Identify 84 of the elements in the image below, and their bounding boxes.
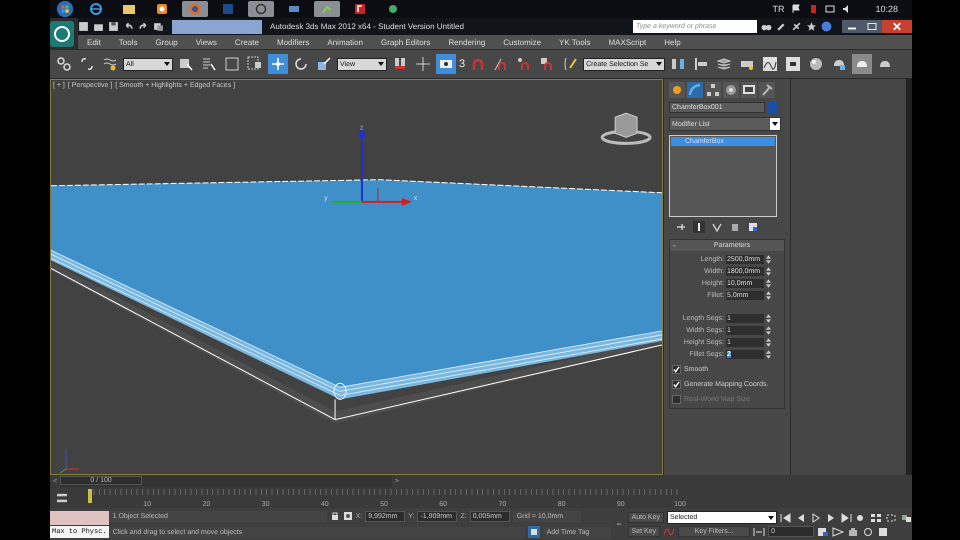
lock-icon[interactable] <box>330 511 340 521</box>
window-title: Autodesk 3ds Max 2012 x64 - Student Version Untitled <box>270 22 464 31</box>
viewcube-icon[interactable] <box>600 112 652 145</box>
pin-icon[interactable] <box>675 221 687 233</box>
time-tag-icon[interactable] <box>528 526 540 538</box>
checkmark-icon <box>673 366 680 373</box>
spinner-icon[interactable] <box>766 267 771 276</box>
make-unique-icon[interactable] <box>711 221 723 233</box>
spinner-icon[interactable] <box>766 326 771 335</box>
checkmark-icon <box>673 381 680 388</box>
menu-item[interactable]: Modifiers <box>268 38 318 46</box>
field-of-view-icon[interactable] <box>832 526 844 536</box>
show-end-result-icon[interactable] <box>693 221 705 233</box>
caret-icon <box>768 516 774 520</box>
caret-icon <box>772 122 778 126</box>
move-gizmo-drawing[interactable] <box>332 127 412 206</box>
maximize-viewport-icon[interactable] <box>877 526 890 536</box>
zoom-all-icon[interactable] <box>870 512 882 522</box>
teapot-icon[interactable] <box>852 54 872 74</box>
time-configuration-icon[interactable] <box>817 526 830 536</box>
network-icon[interactable] <box>825 4 836 14</box>
menu-item[interactable]: Create <box>226 38 268 46</box>
create-tab-icon[interactable] <box>669 82 685 98</box>
menu-item[interactable]: Tools <box>110 38 146 46</box>
menu-item[interactable]: Help <box>655 38 690 46</box>
caret-icon <box>656 62 662 66</box>
project-folder-icon[interactable] <box>153 21 164 32</box>
absolute-mode-icon[interactable] <box>342 511 353 521</box>
spinner-icon[interactable] <box>766 350 771 359</box>
star-icon[interactable] <box>806 21 817 32</box>
key-mode-toggle-icon[interactable] <box>753 526 766 536</box>
menu-item[interactable]: Views <box>186 38 226 46</box>
frame-marker[interactable] <box>88 488 92 502</box>
spinner-icon[interactable] <box>766 291 771 300</box>
spinner-icon[interactable] <box>766 314 771 323</box>
zoom-extents-all-icon[interactable] <box>900 512 912 522</box>
help-icon[interactable] <box>821 21 832 32</box>
crosshair-icon[interactable] <box>413 54 433 74</box>
object-color-swatch[interactable] <box>767 102 777 113</box>
menu-item[interactable]: Animation <box>318 38 372 46</box>
wrench-icon[interactable] <box>776 21 787 32</box>
menu-item[interactable]: YK Tools <box>550 38 600 46</box>
orbit-icon[interactable] <box>862 526 874 536</box>
menu-item[interactable]: Group <box>146 38 187 46</box>
curve-editor-toggle-icon[interactable] <box>56 493 68 503</box>
caret-icon <box>164 62 170 66</box>
app-logo-icon[interactable] <box>50 19 74 49</box>
script-listener-field[interactable] <box>50 510 109 524</box>
language-indicator[interactable]: TR <box>772 4 784 14</box>
caret-icon <box>378 62 384 66</box>
new-file-icon[interactable] <box>78 21 89 32</box>
app-icon[interactable] <box>248 1 274 17</box>
hierarchy-tab-icon[interactable] <box>705 82 721 98</box>
close-icon[interactable] <box>882 20 912 33</box>
configure-sets-icon[interactable] <box>747 221 759 233</box>
display-tab-icon[interactable] <box>741 82 757 98</box>
spinner-icon[interactable] <box>766 338 771 347</box>
flag-icon[interactable] <box>791 4 802 14</box>
battery-icon[interactable] <box>808 4 818 14</box>
maximize-icon[interactable] <box>862 20 882 33</box>
spinner-icon[interactable] <box>766 255 771 264</box>
trash-icon[interactable] <box>729 221 741 233</box>
menu-item[interactable]: MAXScript <box>599 38 656 46</box>
zoom-extents-icon[interactable] <box>885 512 897 522</box>
clock[interactable]: 10:28 <box>875 4 898 14</box>
menu-item[interactable]: Rendering <box>439 38 494 46</box>
menu-item[interactable]: Customize <box>494 38 550 46</box>
save-icon[interactable] <box>108 21 119 32</box>
menu-item[interactable]: Graph Editors <box>372 38 440 46</box>
collapse-toggle[interactable]: - <box>673 241 683 250</box>
go-to-end-icon[interactable] <box>840 512 852 522</box>
play-icon[interactable] <box>810 512 822 522</box>
menu-item[interactable]: Edit <box>78 38 110 46</box>
move-icon[interactable] <box>268 54 288 74</box>
workspace-field[interactable] <box>172 20 262 34</box>
minimize-icon[interactable] <box>842 20 862 33</box>
keyboard-shortcut-icon[interactable] <box>436 54 456 74</box>
snap-toggle[interactable]: 3 <box>459 58 466 70</box>
spinner-icon[interactable] <box>766 279 771 288</box>
utilities-tab-icon[interactable] <box>759 82 775 98</box>
go-to-start-icon[interactable] <box>780 512 792 522</box>
start-orb-icon[interactable] <box>54 0 76 18</box>
motion-tab-icon[interactable] <box>723 82 739 98</box>
axis-tripod-icon <box>59 448 80 474</box>
